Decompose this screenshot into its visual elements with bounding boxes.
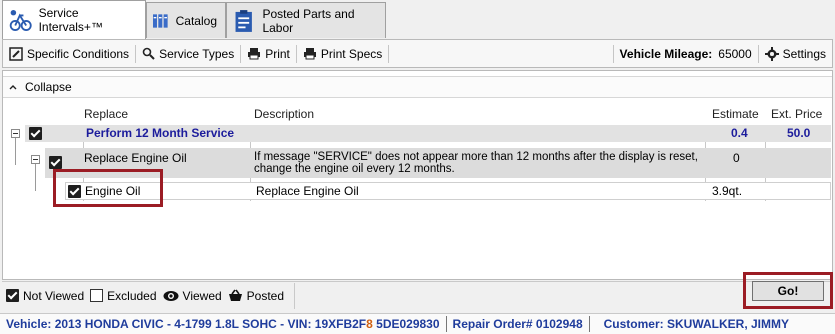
part-description: Replace Engine Oil [256, 184, 359, 198]
print-label: Print [265, 46, 290, 61]
service-intervals-icon [9, 9, 32, 31]
tab-service-intervals[interactable]: Service Intervals+™ [2, 0, 146, 39]
search-icon [142, 47, 155, 60]
edit-icon [9, 46, 23, 61]
vehicle-text: Vehicle: 2013 HONDA CIVIC - 4-1799 1.8L … [6, 317, 367, 331]
tree-expander[interactable] [11, 129, 20, 138]
replace-description-line: If message "SERVICE" does not appear mor… [254, 151, 698, 163]
clipboard-icon [235, 9, 252, 32]
vehicle-info: Vehicle: 2013 HONDA CIVIC - 4-1799 1.8L … [0, 317, 446, 331]
printer-icon [248, 48, 261, 60]
service-estimate: 0.4 [731, 126, 748, 140]
mileage-value: 65000 [718, 46, 752, 61]
legend-bar: Not Viewed Excluded Viewed Posted [2, 281, 833, 309]
legend-not-viewed: Not Viewed [6, 289, 86, 303]
specific-conditions-label: Specific Conditions [27, 46, 130, 61]
service-types-button[interactable]: Service Types [136, 40, 240, 67]
toolbar: Specific Conditions Service Types Print … [2, 39, 833, 68]
basket-icon [228, 289, 242, 301]
legend-posted: Posted [228, 289, 286, 303]
settings-button[interactable]: Settings [759, 40, 832, 67]
tree-expander[interactable] [31, 155, 40, 164]
replace-description: If message "SERVICE" does not appear mor… [254, 151, 704, 175]
legend-label: Excluded [107, 288, 157, 303]
printer-icon [303, 48, 316, 60]
settings-label: Settings [782, 46, 826, 61]
service-row[interactable]: Perform 12 Month Service 0.4 50.0 [25, 125, 831, 142]
legend-divider [294, 282, 296, 309]
vehicle-mileage: Vehicle Mileage: 65000 [614, 40, 758, 67]
tab-label: Posted Parts and Labor [262, 6, 355, 35]
tab-catalog[interactable]: Catalog [146, 2, 226, 38]
collapse-button[interactable]: Collapse [3, 76, 832, 98]
replace-description-line: change the engine oil every 12 months. [254, 163, 455, 175]
service-ext-price: 50.0 [787, 126, 811, 140]
tab-label: Service Intervals+™ [38, 6, 103, 34]
tree-connector [15, 137, 16, 165]
tab-strip: Service Intervals+™ Catalog Posted Parts… [0, 0, 835, 39]
vin-suffix: 5DE029830 [372, 317, 440, 331]
collapse-label: Collapse [25, 80, 72, 94]
go-button[interactable]: Go! [752, 281, 824, 301]
vin-highlight: 8 [366, 317, 373, 331]
checkbox-checked-icon [6, 289, 19, 302]
service-title: Perform 12 Month Service [86, 126, 235, 140]
part-estimate: 3.9qt. [712, 184, 743, 198]
highlight-box [53, 169, 163, 207]
status-bar: Vehicle: 2013 HONDA CIVIC - 4-1799 1.8L … [0, 313, 835, 334]
repair-order: Repair Order# 0102948 [452, 317, 583, 331]
part-row[interactable]: Engine Oil Replace Engine Oil 3.9qt. [65, 182, 831, 200]
replace-estimate: 0 [733, 151, 740, 165]
replace-checkbox[interactable] [49, 156, 62, 169]
legend-label: Not Viewed [23, 288, 85, 303]
print-button[interactable]: Print [241, 40, 296, 67]
column-header-replace: Replace [84, 107, 129, 121]
go-highlight-box: Go! [743, 272, 833, 309]
service-grid: Collapse Replace Description Estimate Ex… [2, 70, 833, 280]
tab-posted-parts-labor[interactable]: Posted Parts and Labor [226, 2, 386, 38]
legend-label: Posted [246, 288, 285, 303]
print-specs-label: Print Specs [320, 46, 383, 61]
checkbox-empty-icon [90, 289, 104, 302]
tab-label: Catalog [175, 13, 217, 28]
service-types-label: Service Types [159, 46, 235, 61]
legend-label: Viewed [182, 288, 222, 303]
column-header-estimate: Estimate [712, 107, 759, 121]
service-checkbox[interactable] [29, 127, 42, 140]
catalog-icon [152, 13, 168, 28]
chevron-up-icon [9, 85, 17, 90]
toolbar-divider [388, 44, 390, 63]
customer-info: Customer: SKUWALKER, JIMMY [603, 317, 789, 331]
column-header-ext-price: Ext. Price [771, 107, 823, 121]
specific-conditions-button[interactable]: Specific Conditions [3, 40, 135, 67]
eye-icon [163, 290, 179, 301]
mileage-label: Vehicle Mileage: [619, 46, 713, 61]
gear-icon [764, 46, 779, 61]
column-header-description: Description [254, 107, 315, 121]
legend-excluded: Excluded [90, 289, 158, 303]
replace-title: Replace Engine Oil [84, 151, 187, 165]
legend-viewed: Viewed [163, 289, 224, 303]
print-specs-button[interactable]: Print Specs [297, 40, 388, 67]
